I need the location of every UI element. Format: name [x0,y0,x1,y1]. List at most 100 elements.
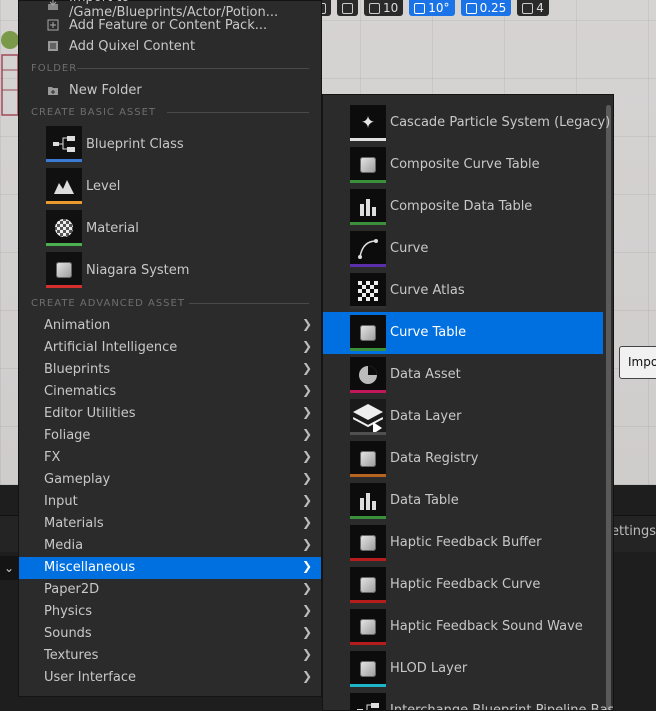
submenu-item-cascade-particle-system[interactable]: ✦ Cascade Particle System (Legacy) [323,102,610,144]
chevron-right-icon: ❯ [302,383,313,397]
category-label: Textures [44,648,99,663]
section-divider [167,112,309,113]
submenu-item-data-asset[interactable]: Data Asset [323,354,603,396]
section-header-advanced-asset: CREATE ADVANCED ASSET [31,298,185,309]
submenu-item-curve[interactable]: Curve [323,228,603,270]
basic-asset-niagara-system[interactable]: Niagara System [19,249,321,291]
submenu-item-label: Data Registry [390,451,479,466]
category-label: Editor Utilities [44,406,136,421]
basic-asset-label: Level [86,178,121,194]
registry-icon [350,441,386,477]
asset-color-bar [350,474,386,477]
chevron-right-icon: ❯ [302,559,313,573]
category-label: Miscellaneous [44,560,136,575]
category-artificial-intelligence[interactable]: Artificial Intelligence ❯ [19,337,321,359]
haptic-icon [350,567,386,603]
category-animation[interactable]: Animation ❯ [19,315,321,337]
rotation-snap-value: 10° [428,1,450,15]
submenu-item-label: Data Table [390,493,459,508]
category-fx[interactable]: FX ❯ [19,447,321,469]
submenu-item-curve-table[interactable]: Curve Table [323,312,603,354]
miscellaneous-submenu: ✦ Cascade Particle System (Legacy) Compo… [322,94,614,711]
submenu-item-data-table[interactable]: Data Table [323,480,603,522]
chevron-right-icon: ❯ [302,449,313,463]
basic-asset-material[interactable]: Material [19,207,321,249]
category-editor-utilities[interactable]: Editor Utilities ❯ [19,403,321,425]
scale-snap-button[interactable]: 0.25 [460,0,512,16]
chevron-right-icon: ❯ [302,603,313,617]
category-input[interactable]: Input ❯ [19,491,321,513]
category-media[interactable]: Media ❯ [19,535,321,557]
category-label: Input [44,494,78,509]
hlod-icon [350,651,386,687]
category-label: Sounds [44,626,92,641]
angle-icon [414,2,426,14]
chevron-right-icon: ❯ [302,405,313,419]
haptic-icon [350,525,386,561]
import-tooltip: Impo [619,346,656,379]
asset-color-bar [46,159,82,162]
add-quixel-menu-item[interactable]: Add Quixel Content [19,35,321,57]
category-gameplay[interactable]: Gameplay ❯ [19,469,321,491]
category-cinematics[interactable]: Cinematics ❯ [19,381,321,403]
category-user-interface[interactable]: User Interface ❯ [19,667,321,689]
import-icon [47,0,59,11]
new-folder-menu-item[interactable]: New Folder [19,79,321,101]
submenu-item-interchange-blueprint-pipeline-base[interactable]: Interchange Blueprint Pipeline Base [323,690,613,710]
asset-color-bar [350,222,386,225]
submenu-item-label: Haptic Feedback Curve [390,577,541,592]
new-folder-icon [47,84,59,96]
category-foliage[interactable]: Foliage ❯ [19,425,321,447]
asset-color-bar [350,642,386,645]
submenu-item-label: Data Asset [390,367,461,382]
category-physics[interactable]: Physics ❯ [19,601,321,623]
submenu-item-haptic-feedback-buffer[interactable]: Haptic Feedback Buffer [323,522,603,564]
basic-asset-blueprint-class[interactable]: Blueprint Class [19,123,321,165]
particle-icon: ✦ [350,105,386,141]
grid-snap-button[interactable]: 10 [364,0,404,16]
submenu-item-label: HLOD Layer [390,661,468,676]
chevron-right-icon: ❯ [302,493,313,507]
category-materials[interactable]: Materials ❯ [19,513,321,535]
layers-icon [350,399,386,435]
category-paper2d[interactable]: Paper2D ❯ [19,579,321,601]
basic-asset-level[interactable]: Level [19,165,321,207]
submenu-item-composite-curve-table[interactable]: Composite Curve Table [323,144,603,186]
camera-speed-button[interactable]: 4 [517,0,549,16]
section-divider [77,68,309,69]
rotation-snap-button[interactable]: 10° [409,0,455,16]
chevron-down-icon[interactable]: ⌄ [0,556,18,580]
submenu-item-hlod-layer[interactable]: HLOD Layer [323,648,603,690]
chevron-right-icon: ❯ [302,471,313,485]
submenu-item-haptic-feedback-curve[interactable]: Haptic Feedback Curve [323,564,603,606]
curve-table-icon [350,315,386,351]
add-new-context-menu: Import to /Game/Blueprints/Actor/Potion.… [18,0,322,697]
submenu-item-label: Data Layer [390,409,462,424]
submenu-item-composite-data-table[interactable]: Composite Data Table [323,186,603,228]
asset-color-bar [46,285,82,288]
submenu-item-data-layer[interactable]: Data Layer [323,396,603,438]
category-miscellaneous[interactable]: Miscellaneous ❯ [19,557,321,579]
category-sounds[interactable]: Sounds ❯ [19,623,321,645]
submenu-item-curve-atlas[interactable]: Curve Atlas [323,270,603,312]
checker-icon [350,273,386,309]
content-pack-icon [47,19,59,31]
chevron-right-icon: ❯ [302,339,313,353]
submenu-item-haptic-feedback-sound-wave[interactable]: Haptic Feedback Sound Wave [323,606,603,648]
settings-button[interactable]: ettings [611,524,656,539]
import-tooltip-text: Impo [628,355,656,369]
submenu-item-label: Haptic Feedback Buffer [390,535,542,550]
asset-color-bar [350,264,386,267]
chevron-right-icon: ❯ [302,515,313,529]
surface-snap-toggle[interactable] [337,0,358,16]
submenu-scrollbar[interactable] [606,105,611,710]
category-textures[interactable]: Textures ❯ [19,645,321,667]
viewport-toolbar: 10 10° 0.25 4 [310,0,656,16]
scale-snap-value: 0.25 [479,1,507,15]
submenu-item-data-registry[interactable]: Data Registry [323,438,603,480]
add-content-pack-menu-item[interactable]: Add Feature or Content Pack... [19,14,321,36]
asset-color-bar [350,432,386,435]
category-blueprints[interactable]: Blueprints ❯ [19,359,321,381]
submenu-item-label: Curve Table [390,325,467,340]
category-label: Foliage [44,428,91,443]
